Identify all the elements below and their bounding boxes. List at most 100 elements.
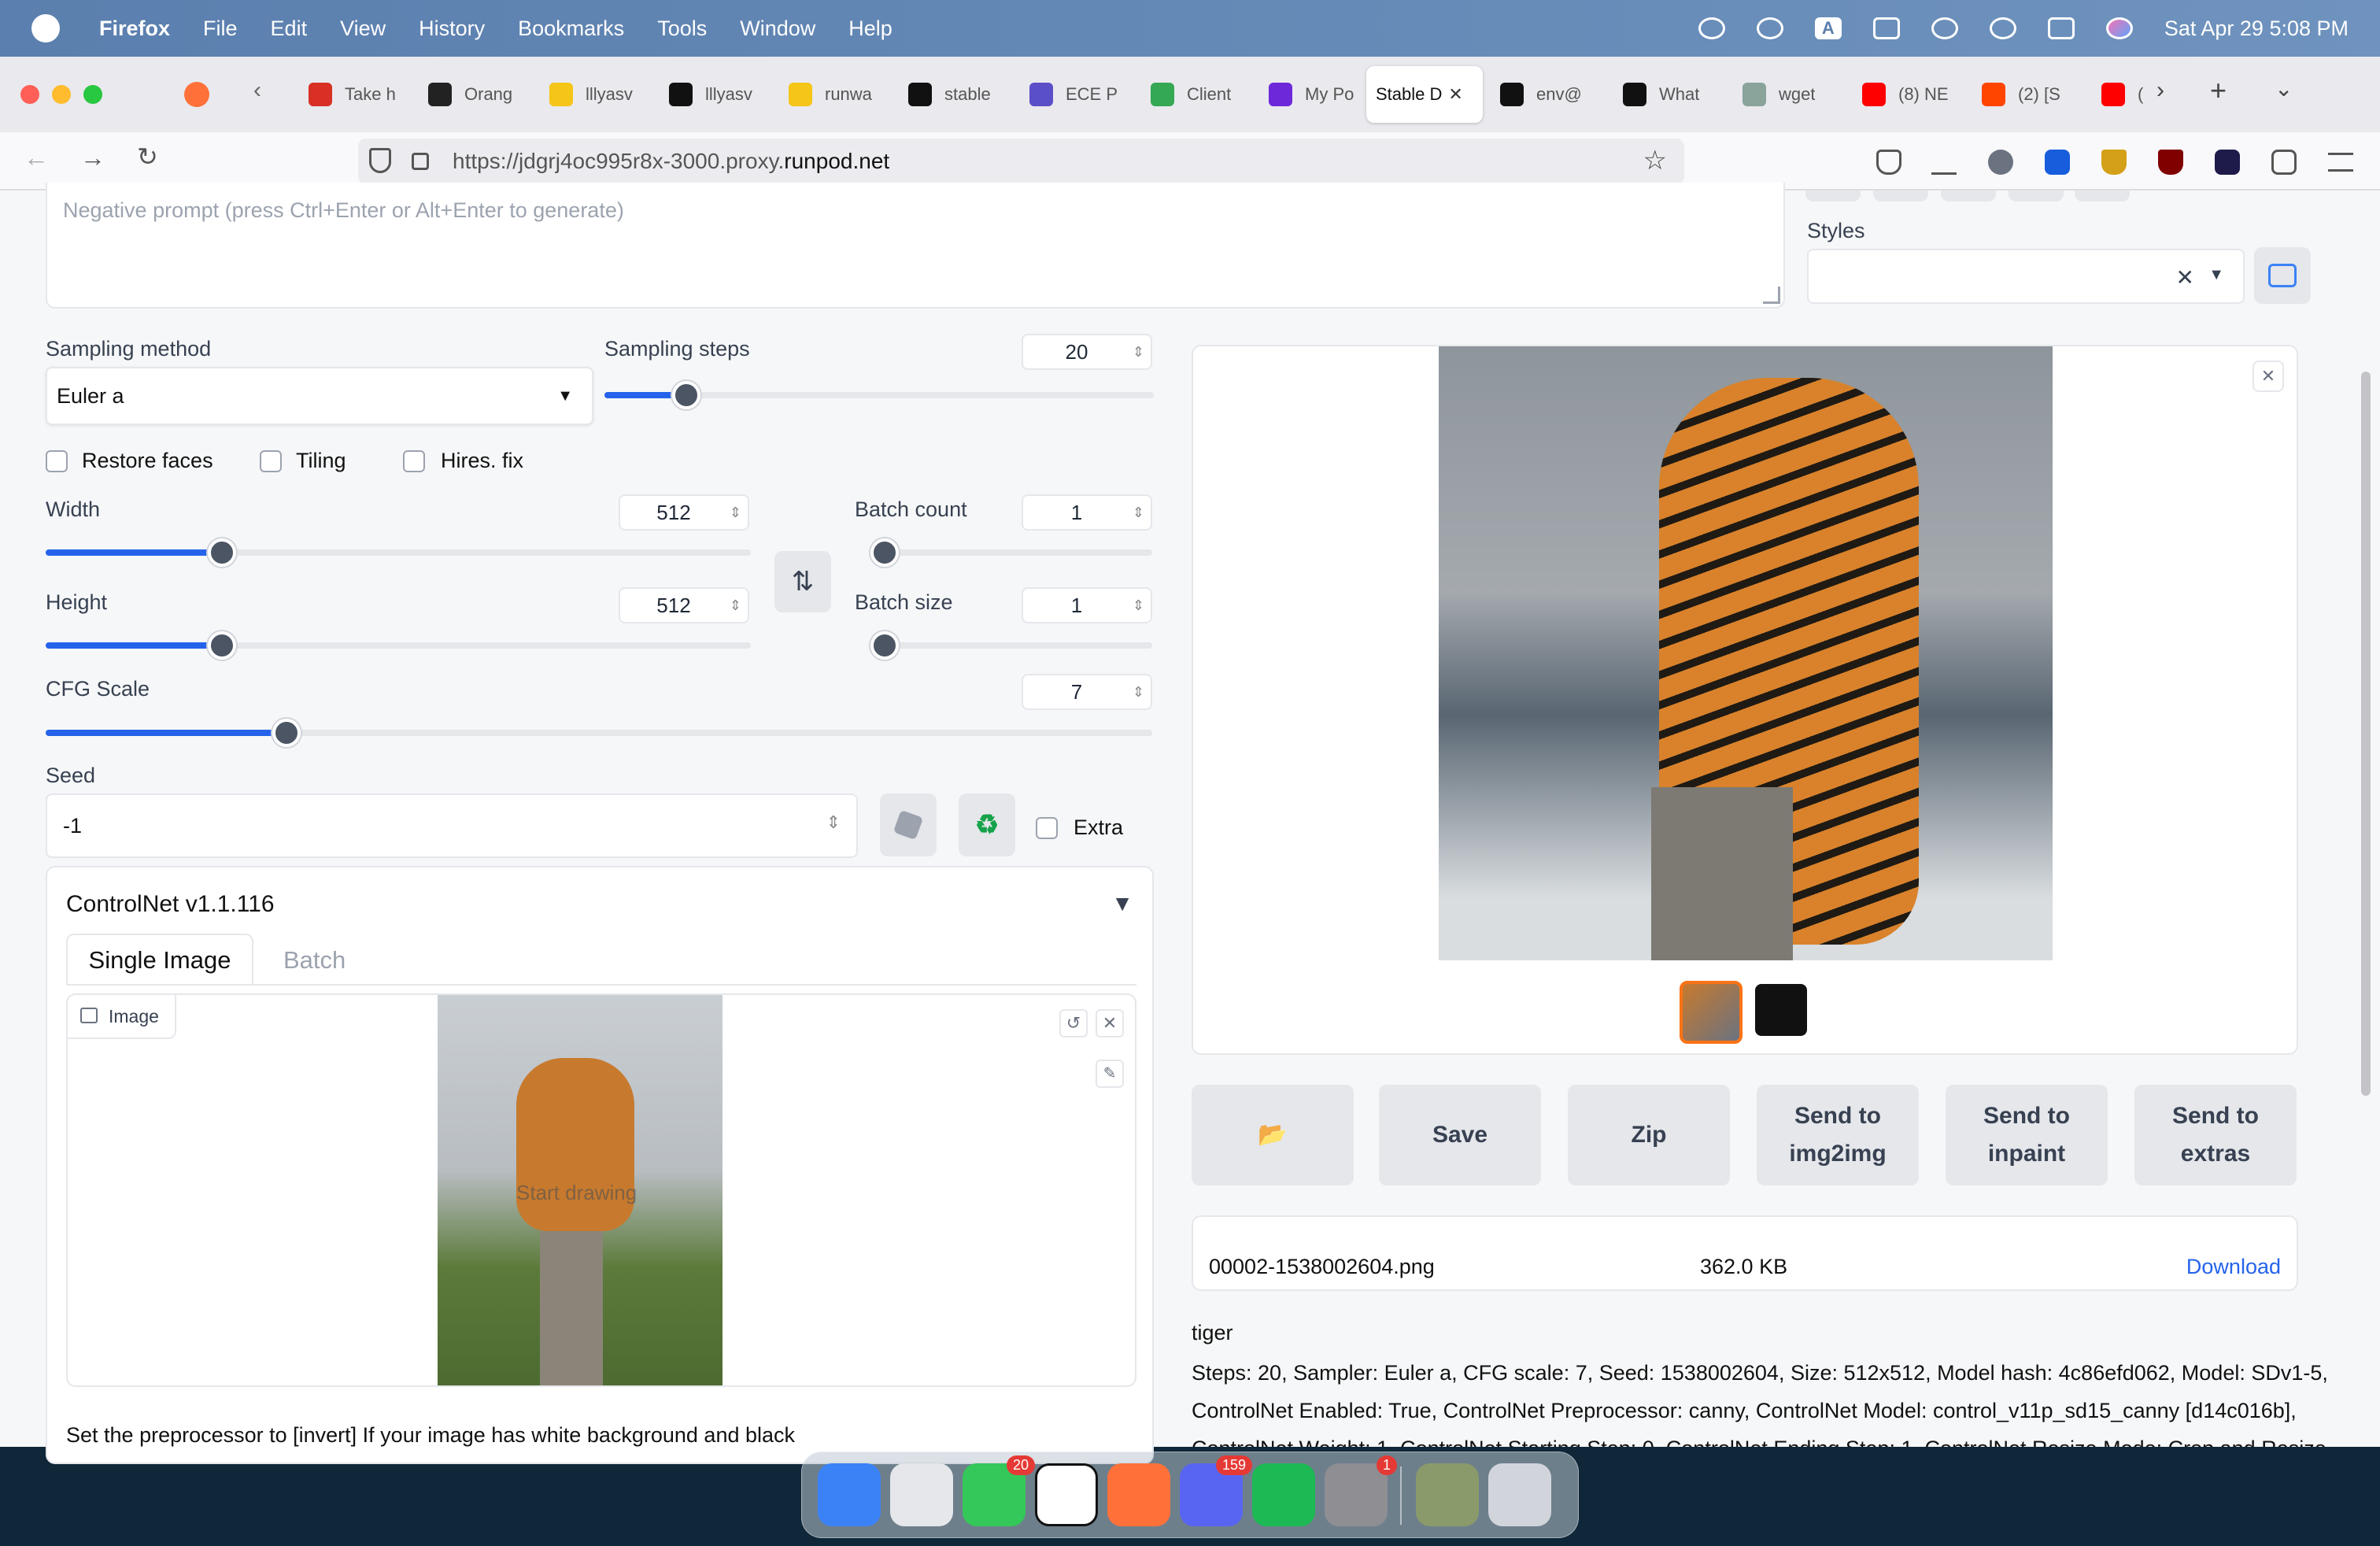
menu-window[interactable]: Window — [740, 17, 815, 41]
batch-count-slider[interactable] — [870, 538, 1152, 567]
tab-8[interactable]: My Po — [1259, 66, 1369, 123]
battery-icon[interactable] — [1872, 17, 1900, 39]
spotify-icon[interactable] — [1252, 1463, 1315, 1526]
tab-12[interactable]: wget — [1733, 66, 1843, 123]
input-source-icon[interactable]: A — [1814, 17, 1842, 39]
firefox-icon[interactable] — [1107, 1463, 1170, 1526]
list-all-tabs-chevron-icon[interactable]: ⌄ — [2275, 76, 2293, 102]
cfg-scale-slider[interactable] — [46, 719, 1152, 747]
apple-icon[interactable] — [31, 14, 60, 43]
slider-thumb[interactable] — [672, 381, 701, 409]
tab-15[interactable]: ( — [2092, 66, 2202, 123]
controlnet-title[interactable]: ControlNet v1.1.116 — [66, 891, 275, 918]
menu-tools[interactable]: Tools — [657, 17, 707, 41]
extensions-puzzle-icon[interactable] — [2271, 150, 2297, 175]
toolbar-button-stub[interactable] — [1873, 190, 1928, 202]
clear-x-icon[interactable]: ✕ — [2176, 264, 2194, 290]
menu-edit[interactable]: Edit — [271, 17, 308, 41]
spotlight-search-icon[interactable] — [1989, 17, 2016, 39]
shield-extension-icon[interactable] — [2101, 150, 2127, 175]
notion-icon[interactable] — [1035, 1463, 1098, 1526]
profile-avatar-icon[interactable] — [1988, 150, 2013, 175]
menu-app-firefox[interactable]: Firefox — [99, 17, 170, 41]
toolbar-button-stub[interactable] — [1941, 190, 1996, 202]
resize-grip-icon[interactable] — [1763, 287, 1780, 304]
back-arrow-icon[interactable]: ← — [24, 143, 49, 172]
tab-6[interactable]: ECE P — [1020, 66, 1130, 123]
seed-input[interactable]: -1 ⇕ — [46, 793, 858, 858]
pocket-icon[interactable] — [1876, 150, 1901, 175]
launchpad-icon[interactable] — [890, 1463, 953, 1526]
play-circle-icon[interactable] — [1756, 17, 1783, 39]
finder-icon[interactable] — [818, 1463, 881, 1526]
sampling-steps-input[interactable]: 20 — [1022, 334, 1152, 370]
tab-10[interactable]: env@ — [1491, 66, 1601, 123]
undo-button[interactable]: ↺ — [1059, 1009, 1088, 1037]
refresh-styles-button[interactable] — [2254, 247, 2311, 304]
sampling-method-select[interactable]: Euler a ▼ — [46, 367, 593, 425]
batch-size-slider[interactable] — [870, 631, 1152, 660]
styles-select[interactable]: ✕ ▼ — [1807, 249, 2245, 304]
stepper-arrows-icon[interactable]: ⇕ — [826, 812, 841, 833]
tab-7[interactable]: Client — [1141, 66, 1251, 123]
open-folder-button[interactable]: 📂 — [1192, 1085, 1354, 1185]
batch-size-input[interactable]: 1 — [1022, 587, 1152, 623]
random-seed-button[interactable] — [880, 793, 937, 856]
new-tab-plus-icon[interactable]: + — [2210, 74, 2227, 107]
tab-4[interactable]: runwa — [779, 66, 889, 123]
bookmark-star-icon[interactable]: ☆ — [1643, 145, 1667, 176]
page-scrollbar[interactable] — [2361, 372, 2371, 1096]
eye-extension-icon[interactable] — [2215, 150, 2240, 175]
gallery-thumbnail-2[interactable] — [1755, 984, 1807, 1036]
wifi-icon[interactable] — [1931, 17, 1958, 39]
tab-single-image[interactable]: Single Image — [66, 934, 253, 986]
width-slider[interactable] — [46, 538, 751, 567]
dropdown-caret-icon[interactable]: ▼ — [2208, 266, 2224, 284]
ublock-origin-icon[interactable] — [2158, 150, 2183, 175]
tab-9[interactable]: Stable D ✕ — [1366, 66, 1483, 123]
slider-thumb[interactable] — [870, 538, 899, 567]
tab-3[interactable]: lllyasv — [660, 66, 770, 123]
gallery-thumbnail-1[interactable] — [1680, 981, 1743, 1044]
menu-file[interactable]: File — [203, 17, 238, 41]
restore-faces-checkbox[interactable] — [46, 450, 68, 472]
tab-14[interactable]: (2) [S — [1972, 66, 2082, 123]
reload-icon[interactable]: ↻ — [137, 142, 158, 172]
tabs-scroll-right-icon[interactable]: › — [2156, 77, 2164, 104]
extra-seed-checkbox[interactable] — [1036, 817, 1058, 839]
slider-thumb[interactable] — [208, 631, 237, 660]
minimize-window-button[interactable] — [52, 85, 71, 104]
tab-batch[interactable]: Batch — [283, 946, 346, 975]
forward-arrow-icon[interactable]: → — [80, 143, 105, 172]
save-button[interactable]: Save — [1379, 1085, 1541, 1185]
siri-icon[interactable] — [2105, 17, 2133, 39]
collapse-triangle-icon[interactable]: ▼ — [1111, 891, 1133, 916]
clear-image-button[interactable]: ✕ — [1096, 1009, 1124, 1037]
downloads-icon[interactable] — [1931, 150, 1957, 175]
menu-bookmarks[interactable]: Bookmarks — [518, 17, 624, 41]
sampling-steps-slider[interactable] — [604, 381, 1154, 409]
tracking-shield-icon[interactable] — [369, 148, 391, 173]
cfg-scale-input[interactable]: 7 — [1022, 674, 1152, 710]
send-to-extras-button[interactable]: Send to extras — [2134, 1085, 2297, 1185]
height-slider[interactable] — [46, 631, 751, 660]
url-bar[interactable]: https://jdgrj4oc995r8x-3000.proxy. runpod… — [358, 139, 1684, 184]
zip-button[interactable]: Zip — [1568, 1085, 1730, 1185]
status-tray-icon[interactable] — [1698, 17, 1725, 39]
controlnet-image-canvas[interactable]: Image Start drawing ↺ ✕ ✎ — [66, 993, 1136, 1387]
toolbar-button-stub[interactable] — [2009, 190, 2064, 202]
discord-icon[interactable]: 159 — [1180, 1455, 1252, 1526]
tab-2[interactable]: lllyasv — [540, 66, 650, 123]
menu-view[interactable]: View — [340, 17, 386, 41]
negative-prompt-textarea[interactable]: Negative prompt (press Ctrl+Enter or Alt… — [46, 183, 1785, 309]
generated-tiger-image[interactable] — [1439, 346, 2053, 960]
system-settings-icon[interactable]: 1 — [1325, 1455, 1397, 1526]
trash-icon[interactable] — [1488, 1463, 1551, 1526]
tabs-scroll-left-icon[interactable]: ‹ — [253, 77, 261, 104]
toolbar-button-stub[interactable] — [2075, 190, 2130, 202]
slider-thumb[interactable] — [208, 538, 237, 567]
bitwarden-extension-icon[interactable] — [2045, 150, 2070, 175]
control-center-icon[interactable] — [2047, 17, 2075, 39]
width-input[interactable]: 512 — [619, 494, 749, 531]
height-input[interactable]: 512 — [619, 587, 749, 623]
